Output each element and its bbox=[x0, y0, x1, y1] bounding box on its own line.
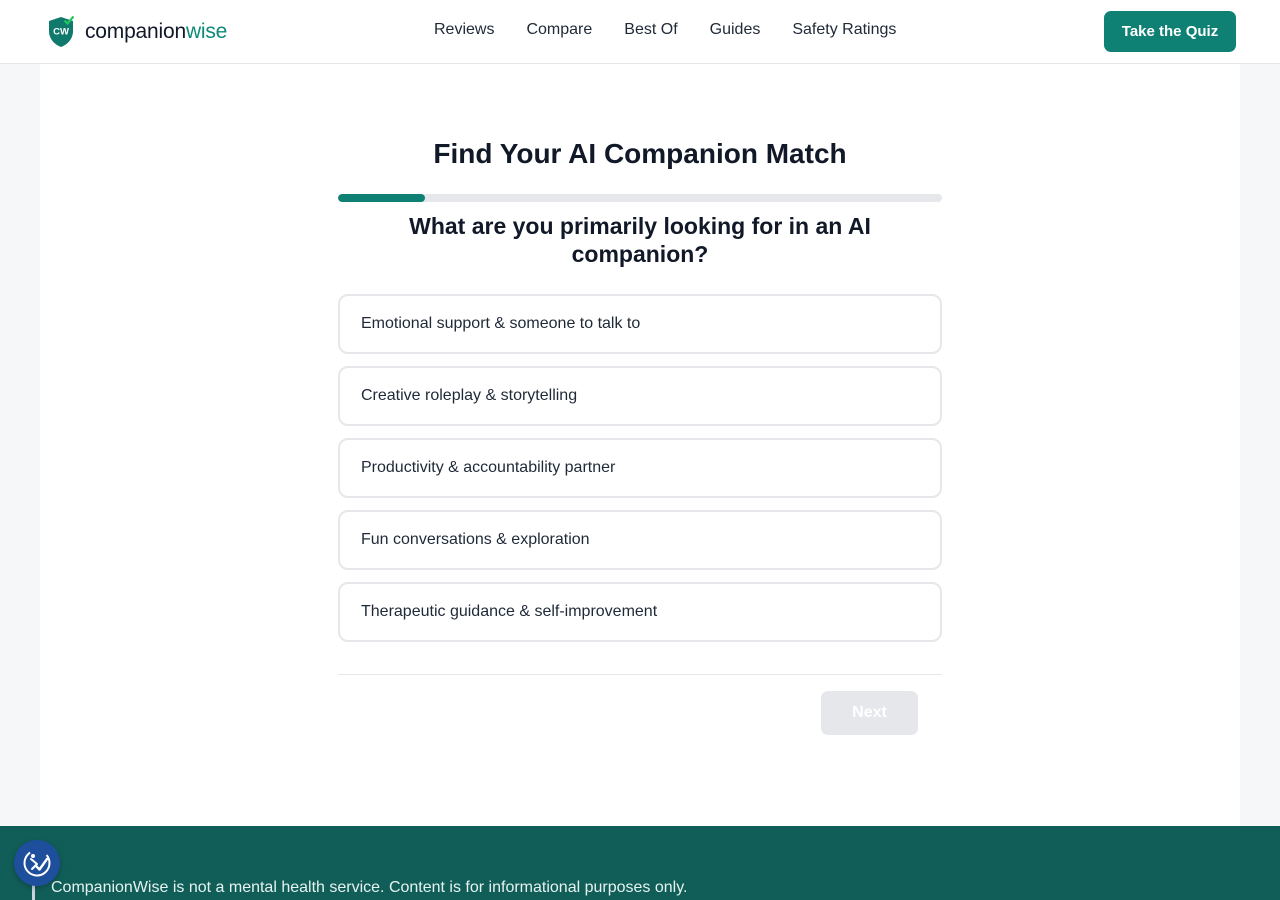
nav-link-reviews[interactable]: Reviews bbox=[434, 20, 494, 40]
take-quiz-button[interactable]: Take the Quiz bbox=[1104, 11, 1236, 52]
nav-link-guides[interactable]: Guides bbox=[710, 20, 761, 40]
logo[interactable]: CW companionwise bbox=[48, 16, 227, 48]
logo-badge-text: CW bbox=[53, 27, 69, 38]
quiz-actions: Next bbox=[338, 675, 942, 735]
answer-option-fun-conversations[interactable]: Fun conversations & exploration bbox=[338, 510, 942, 570]
site-footer: CompanionWise is not a mental health ser… bbox=[0, 826, 1280, 900]
logo-wordmark-part1: companion bbox=[85, 20, 186, 43]
quiz-question: What are you primarily looking for in an… bbox=[409, 213, 871, 267]
site-header: CW companionwise Reviews Compare Best Of… bbox=[0, 0, 1280, 64]
logo-wordmark-part2: wise bbox=[185, 20, 228, 43]
content-panel: Find Your AI Companion Match What are yo… bbox=[40, 64, 1240, 826]
quiz-card: Find Your AI Companion Match What are yo… bbox=[338, 138, 942, 735]
answer-option-productivity[interactable]: Productivity & accountability partner bbox=[338, 438, 942, 498]
nav-link-compare[interactable]: Compare bbox=[526, 20, 592, 40]
quiz-title: Find Your AI Companion Match bbox=[433, 138, 847, 169]
answer-option-emotional-support[interactable]: Emotional support & someone to talk to bbox=[338, 294, 942, 354]
answer-options: Emotional support & someone to talk to C… bbox=[338, 294, 942, 642]
nav-link-safety-ratings[interactable]: Safety Ratings bbox=[792, 20, 896, 40]
next-button[interactable]: Next bbox=[821, 691, 918, 735]
nav-link-best-of[interactable]: Best Of bbox=[624, 20, 677, 40]
accessibility-button[interactable] bbox=[14, 840, 60, 886]
progress-bar bbox=[338, 194, 942, 202]
logo-wordmark: companionwise bbox=[85, 16, 227, 48]
shield-check-icon: CW bbox=[49, 16, 74, 47]
main-nav: Reviews Compare Best Of Guides Safety Ra… bbox=[434, 20, 896, 40]
progress-fill bbox=[338, 194, 425, 202]
answer-option-creative-roleplay[interactable]: Creative roleplay & storytelling bbox=[338, 366, 942, 426]
accessibility-check-icon bbox=[23, 849, 51, 877]
footer-disclaimer: CompanionWise is not a mental health ser… bbox=[51, 879, 688, 896]
answer-option-therapeutic-guidance[interactable]: Therapeutic guidance & self-improvement bbox=[338, 582, 942, 642]
